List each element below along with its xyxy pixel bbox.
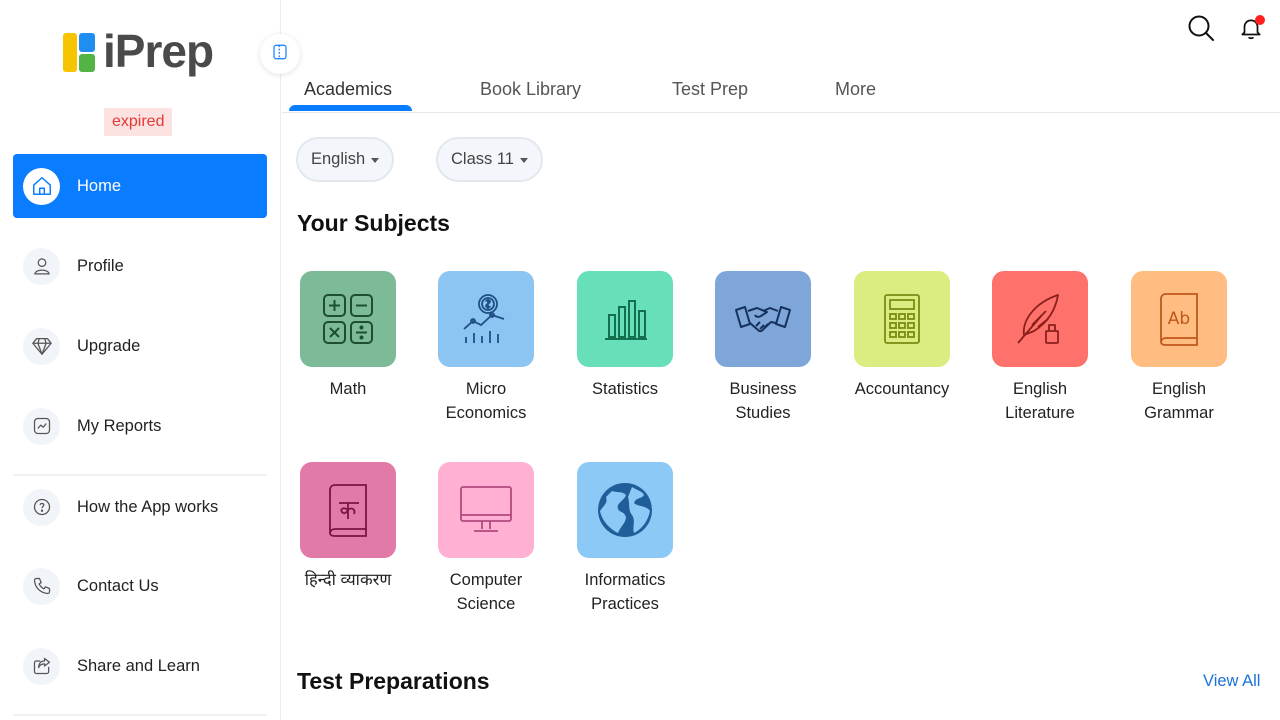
subject-card-statistics[interactable]: Statistics: [565, 271, 685, 401]
user-icon: [23, 247, 60, 285]
sidebar-item-label: How the App works: [77, 497, 219, 516]
sidebar-item-contact-us[interactable]: Contact Us: [13, 554, 267, 618]
subject-label: हिन्दी व्याकरण: [304, 571, 392, 589]
subject-tile: [300, 462, 396, 558]
subject-label: Computer Science: [449, 571, 523, 613]
sidebar-item-how-app-works[interactable]: How the App works: [13, 475, 267, 539]
language-select[interactable]: English: [296, 137, 395, 182]
sidebar-item-upgrade[interactable]: Upgrade: [13, 314, 267, 378]
class-select-value: Class 11: [451, 150, 514, 168]
sidebar-item-label: Home: [77, 176, 122, 195]
app-logo[interactable]: iPrep: [63, 25, 214, 77]
subject-label: Accountancy: [854, 380, 950, 398]
subject-label: Business Studies: [729, 380, 797, 422]
calculator-keys-icon: [323, 294, 373, 344]
subject-card-informatics-practices[interactable]: Informatics Practices: [565, 462, 685, 616]
subject-label: English Literature: [1005, 380, 1075, 422]
subject-card-hindi-grammar[interactable]: हिन्दी व्याकरण: [288, 462, 408, 592]
logo-text: iPrep: [103, 25, 214, 77]
subject-label: Math: [329, 380, 367, 398]
sidebar: iPrep expired Home Profile Upgrade My Re…: [0, 0, 281, 720]
monitor-icon: [460, 486, 512, 532]
notification-dot: [1255, 15, 1265, 25]
subject-card-business-studies[interactable]: Business Studies: [703, 271, 823, 425]
sidebar-toggle-button[interactable]: [260, 34, 300, 74]
phone-icon: [23, 567, 60, 605]
handshake-icon: [735, 306, 791, 333]
top-tabs: Academics Book Library Test Prep More: [282, 70, 1280, 113]
subject-card-english-literature[interactable]: English Literature: [980, 271, 1100, 425]
caret-down-icon: [371, 158, 380, 163]
sidebar-item-profile[interactable]: Profile: [13, 234, 267, 298]
subject-card-accountancy[interactable]: Accountancy: [842, 271, 962, 401]
subject-tile: [715, 271, 811, 367]
svg-text:Ab: Ab: [1168, 309, 1190, 329]
class-select[interactable]: Class 11: [436, 137, 543, 182]
finance-chart-icon: [463, 294, 505, 343]
sidebar-divider: [13, 714, 267, 716]
subject-tile: [300, 271, 396, 367]
search-icon: [1187, 14, 1215, 47]
subject-tile: Ab: [1131, 271, 1227, 367]
globe-icon: [598, 483, 652, 537]
sidebar-item-label: Profile: [77, 256, 124, 275]
subject-card-english-grammar[interactable]: Ab English Grammar: [1119, 271, 1239, 425]
help-icon: [23, 488, 60, 526]
sidebar-item-label: Contact Us: [77, 576, 159, 595]
section-title-test-preparations: Test Preparations: [297, 668, 490, 694]
sidebar-item-home[interactable]: Home: [13, 154, 267, 218]
subject-tile: [438, 462, 534, 558]
search-button[interactable]: [1187, 14, 1215, 47]
subject-card-math[interactable]: Math: [288, 271, 408, 401]
subject-tile: [577, 271, 673, 367]
bar-chart-icon: [605, 300, 647, 340]
share-icon: [23, 647, 60, 685]
tab-book-library[interactable]: Book Library: [480, 79, 581, 100]
book-ab-icon: Ab: [1160, 293, 1198, 346]
sidebar-item-share-and-learn[interactable]: Share and Learn: [13, 634, 267, 698]
logo-mark-icon: [63, 30, 101, 72]
tab-academics[interactable]: Academics: [304, 79, 392, 100]
notification-button[interactable]: [1237, 15, 1265, 44]
subject-tile: [854, 271, 950, 367]
status-badge: expired: [104, 108, 173, 136]
calculator-icon: [884, 294, 920, 344]
quill-icon: [1017, 294, 1059, 344]
sidebar-item-label: My Reports: [77, 416, 162, 435]
language-select-value: English: [311, 150, 366, 168]
home-icon: [23, 167, 60, 205]
diamond-icon: [23, 327, 60, 365]
sidebar-item-label: Share and Learn: [77, 656, 200, 675]
subject-label: Micro Economics: [445, 380, 527, 422]
report-icon: [23, 407, 60, 445]
sidebar-collapse-icon: [271, 43, 289, 66]
subject-tile: [438, 271, 534, 367]
subject-label: Informatics Practices: [584, 571, 666, 613]
caret-down-icon: [519, 158, 528, 163]
tab-test-prep[interactable]: Test Prep: [672, 79, 748, 100]
subject-label: English Grammar: [1144, 380, 1214, 422]
view-all-link[interactable]: View All: [1203, 672, 1260, 691]
hindi-book-icon: [329, 484, 367, 537]
section-title-subjects: Your Subjects: [297, 210, 450, 236]
active-tab-indicator: [289, 105, 412, 111]
sidebar-item-my-reports[interactable]: My Reports: [13, 394, 267, 458]
subject-tile: [577, 462, 673, 558]
subject-label: Statistics: [591, 380, 659, 398]
sidebar-item-label: Upgrade: [77, 336, 141, 355]
subject-card-computer-science[interactable]: Computer Science: [426, 462, 546, 616]
subject-card-micro-economics[interactable]: Micro Economics: [426, 271, 546, 425]
tab-more[interactable]: More: [835, 79, 876, 100]
subject-tile: [992, 271, 1088, 367]
